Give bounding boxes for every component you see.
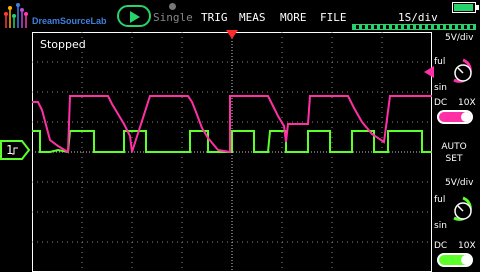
- channel-marker-label: 1: [6, 143, 14, 157]
- menu-trig[interactable]: TRIG: [201, 11, 228, 24]
- battery-icon: [452, 2, 479, 13]
- ch2-coupling-label: DC: [434, 241, 448, 251]
- ch2-volts-div[interactable]: 5V/div: [445, 178, 473, 188]
- play-icon: [130, 11, 140, 23]
- menu-more[interactable]: MORE: [280, 11, 307, 24]
- top-toolbar: DreamSourceLab Single TRIG MEAS MORE FIL…: [0, 0, 480, 32]
- single-indicator-dot: [169, 3, 176, 10]
- ch2-volts-knob[interactable]: [450, 196, 476, 226]
- ch1-enable-toggle[interactable]: [437, 110, 473, 124]
- run-stop-button[interactable]: [117, 5, 151, 27]
- autoset-line1: AUTO: [441, 142, 467, 152]
- ch2-knob-top-label: ful: [434, 195, 446, 205]
- autoset-line2: SET: [445, 154, 463, 164]
- brand-name: DreamSourceLab: [32, 16, 107, 26]
- ch2-toggle-thumb: [461, 255, 471, 265]
- ch1-trigger-level-marker[interactable]: [424, 66, 434, 78]
- single-mode-button[interactable]: Single: [153, 11, 193, 24]
- channel-marker-shape: [0, 140, 30, 160]
- menu-file[interactable]: FILE: [320, 11, 347, 24]
- ch1-probe-label: 10X: [458, 98, 476, 108]
- logo-icon: [4, 3, 28, 28]
- autoset-button[interactable]: AUTO SET: [441, 141, 467, 165]
- brand-logo: DreamSourceLab: [2, 2, 112, 30]
- ch1-toggle-thumb: [461, 112, 471, 122]
- memory-position-bar[interactable]: [352, 24, 476, 30]
- time-div-readout[interactable]: 1S/div: [398, 11, 438, 24]
- ch2-knob-bottom-label: sin: [434, 221, 447, 231]
- ch2-probe-label: 10X: [458, 241, 476, 251]
- ch1-volts-div[interactable]: 5V/div: [445, 33, 473, 43]
- ch1-volts-knob[interactable]: [450, 58, 476, 88]
- ch1-knob-top-label: ful: [434, 57, 446, 67]
- acquisition-status: Stopped: [40, 38, 86, 51]
- channel-offset-marker[interactable]: 1: [0, 140, 30, 160]
- trigger-position-marker[interactable]: [226, 30, 238, 40]
- ch1-knob-bottom-label: sin: [434, 83, 447, 93]
- waveform-display[interactable]: [32, 32, 432, 272]
- ch1-coupling-label: DC: [434, 98, 448, 108]
- menu-meas[interactable]: MEAS: [239, 11, 266, 24]
- ch2-enable-toggle[interactable]: [437, 253, 473, 267]
